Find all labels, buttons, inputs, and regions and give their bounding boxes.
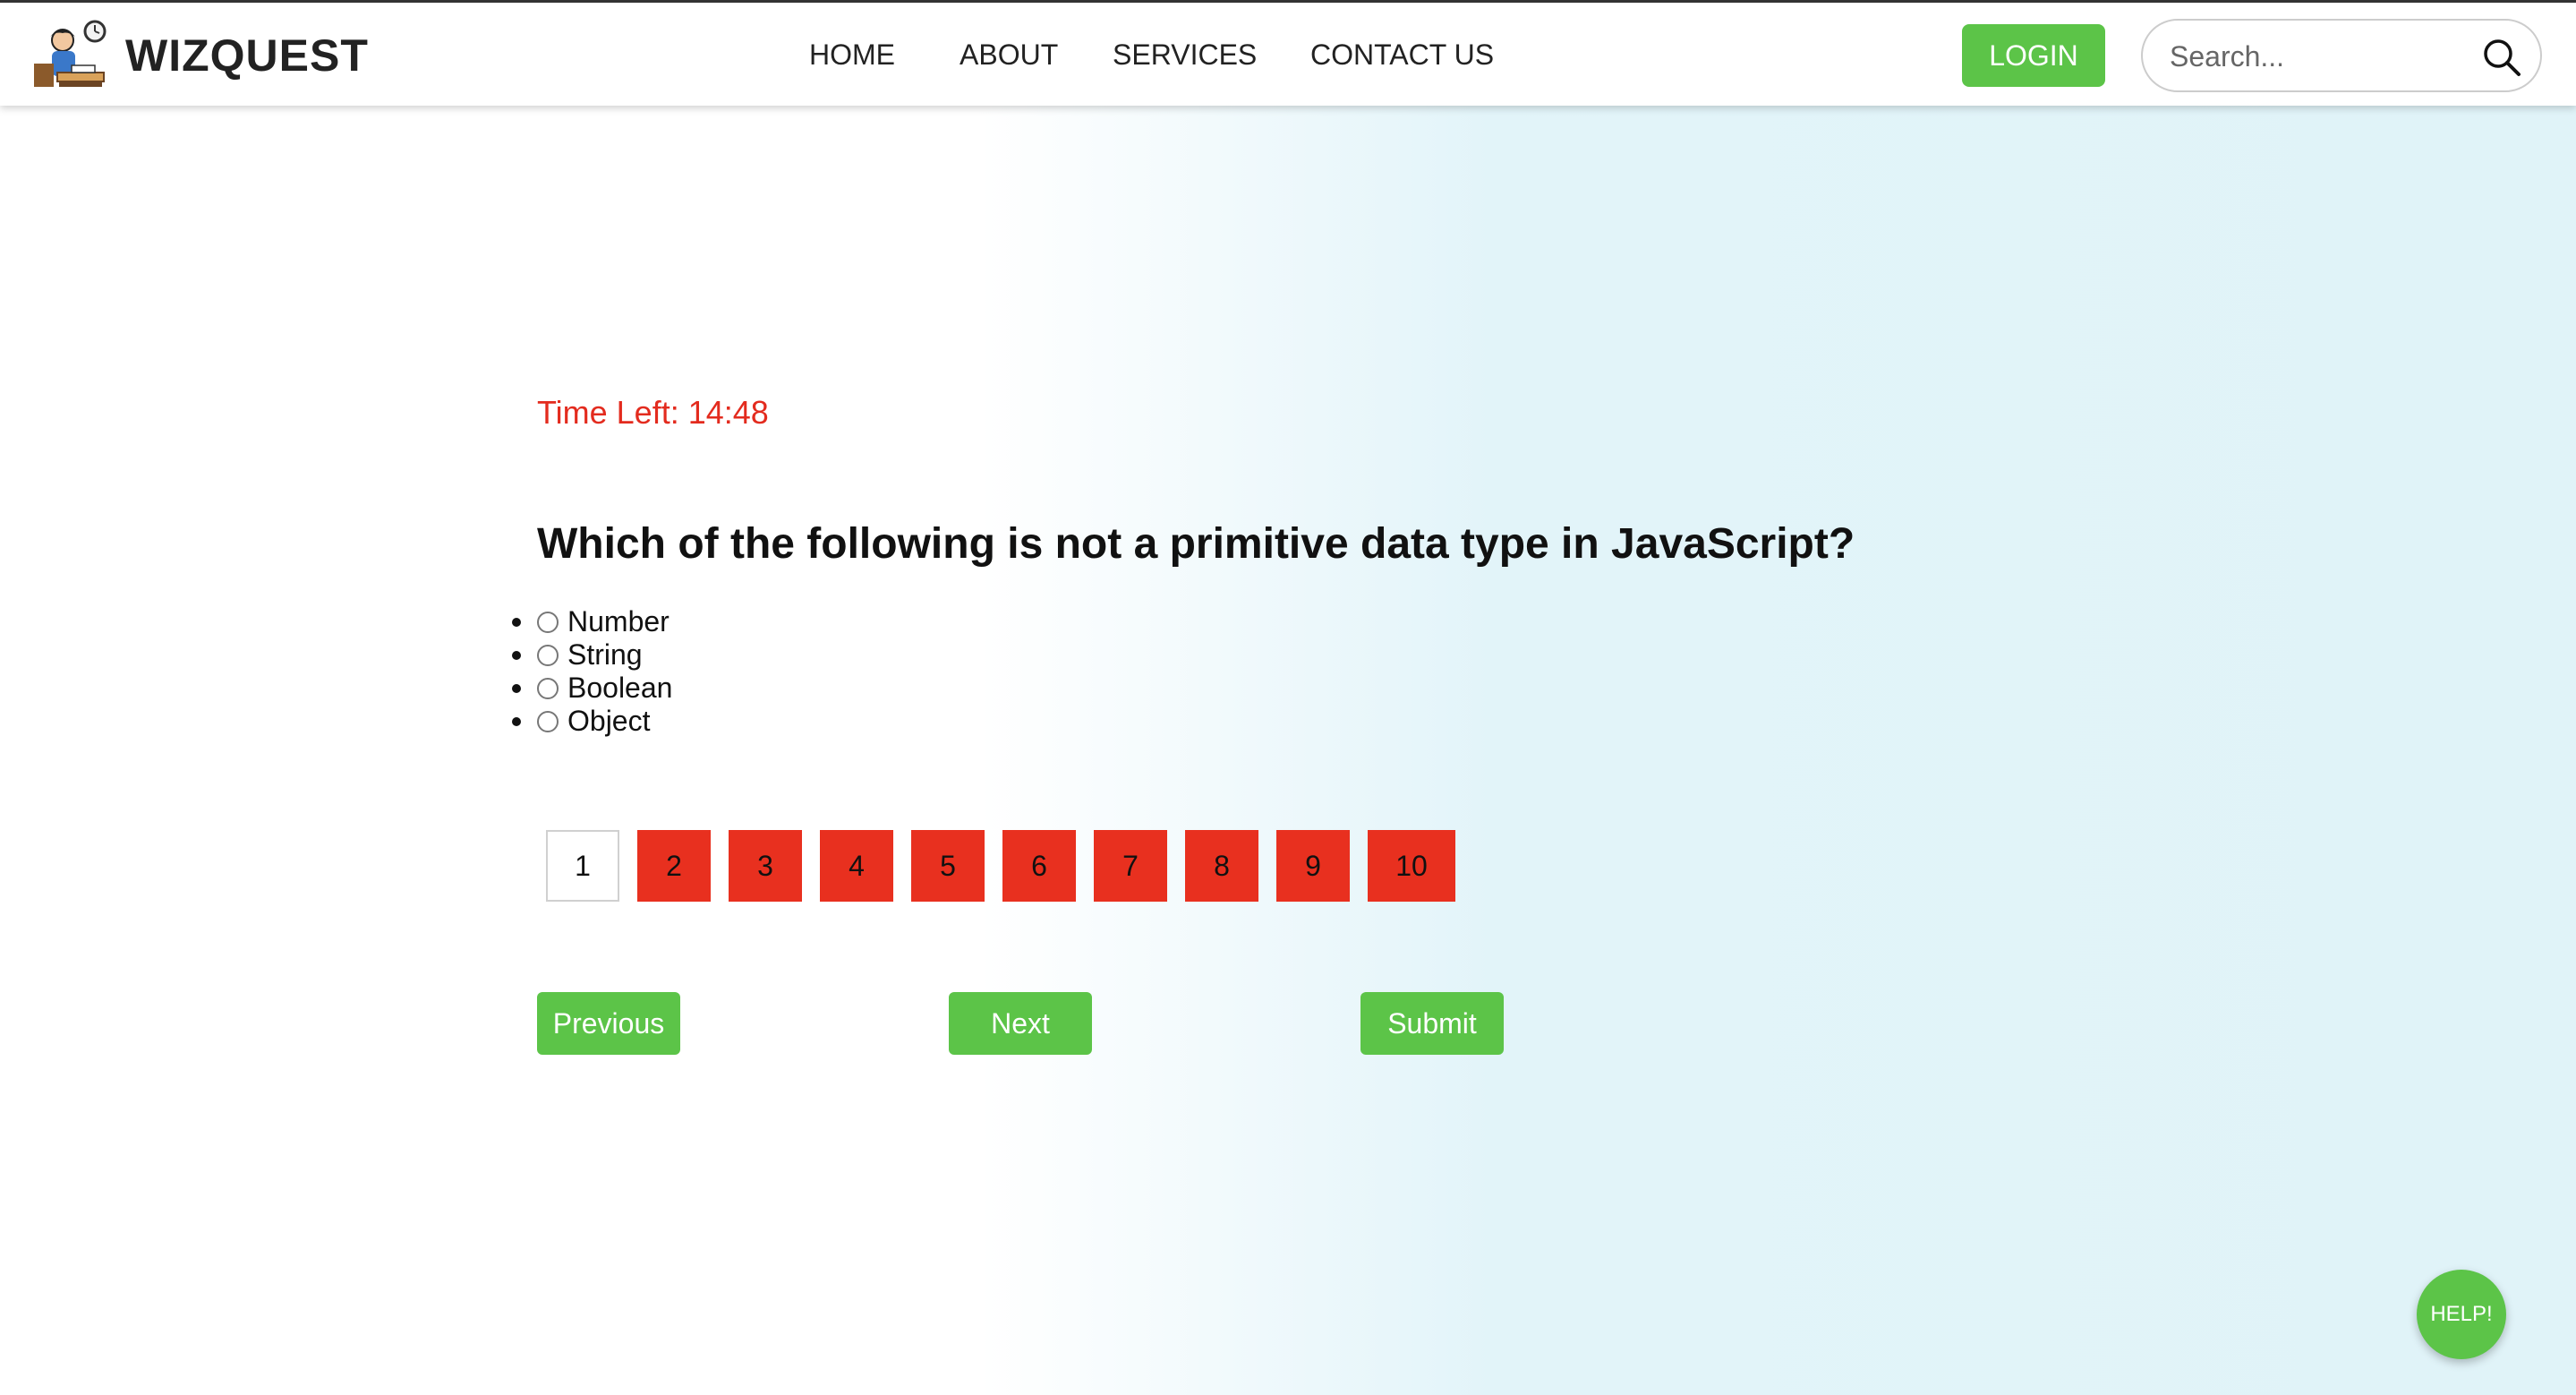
time-left: Time Left: 14:48 bbox=[537, 394, 769, 431]
bullet-icon bbox=[512, 683, 521, 693]
question-pager: 1 2 3 4 5 6 7 8 9 10 bbox=[546, 830, 1473, 902]
option-label: Number bbox=[567, 605, 670, 638]
help-button[interactable]: HELP! bbox=[2417, 1270, 2506, 1359]
radio-string[interactable] bbox=[537, 644, 559, 666]
option-string[interactable]: String bbox=[512, 638, 672, 672]
answer-options: Number String Boolean Object bbox=[512, 605, 672, 738]
page-button-5[interactable]: 5 bbox=[911, 830, 985, 902]
page-button-6[interactable]: 6 bbox=[1002, 830, 1076, 902]
option-object[interactable]: Object bbox=[512, 705, 672, 738]
radio-object[interactable] bbox=[537, 710, 559, 732]
top-navbar: WIZQUEST HOME ABOUT SERVICES CONTACT US … bbox=[0, 0, 2576, 106]
nav-contact-us[interactable]: CONTACT US bbox=[1310, 39, 1494, 72]
brand-name[interactable]: WIZQUEST bbox=[125, 30, 369, 81]
previous-button[interactable]: Previous bbox=[537, 992, 680, 1055]
submit-button[interactable]: Submit bbox=[1361, 992, 1504, 1055]
login-button[interactable]: LOGIN bbox=[1962, 24, 2105, 87]
page-button-3[interactable]: 3 bbox=[729, 830, 802, 902]
page-button-8[interactable]: 8 bbox=[1185, 830, 1258, 902]
option-label: String bbox=[567, 638, 643, 671]
question-text: Which of the following is not a primitiv… bbox=[537, 520, 1855, 568]
page-button-9[interactable]: 9 bbox=[1276, 830, 1350, 902]
option-label: Object bbox=[567, 705, 651, 737]
nav-services[interactable]: SERVICES bbox=[1113, 39, 1257, 72]
option-boolean[interactable]: Boolean bbox=[512, 672, 672, 705]
wizquest-logo-icon[interactable] bbox=[32, 19, 109, 92]
bullet-icon bbox=[512, 716, 521, 726]
bullet-icon bbox=[512, 650, 521, 660]
search-box[interactable] bbox=[2141, 19, 2542, 92]
search-icon[interactable] bbox=[2481, 37, 2522, 78]
nav-about[interactable]: ABOUT bbox=[960, 39, 1058, 72]
next-button[interactable]: Next bbox=[949, 992, 1092, 1055]
radio-boolean[interactable] bbox=[537, 677, 559, 699]
bullet-icon bbox=[512, 617, 521, 627]
option-label: Boolean bbox=[567, 672, 673, 704]
option-number[interactable]: Number bbox=[512, 605, 672, 638]
page-button-4[interactable]: 4 bbox=[820, 830, 893, 902]
nav-home[interactable]: HOME bbox=[809, 39, 895, 72]
radio-number[interactable] bbox=[537, 611, 559, 633]
page-button-1[interactable]: 1 bbox=[546, 830, 619, 902]
page-button-2[interactable]: 2 bbox=[637, 830, 711, 902]
page-button-10[interactable]: 10 bbox=[1368, 830, 1455, 902]
search-input[interactable] bbox=[2170, 37, 2474, 76]
page-button-7[interactable]: 7 bbox=[1094, 830, 1167, 902]
